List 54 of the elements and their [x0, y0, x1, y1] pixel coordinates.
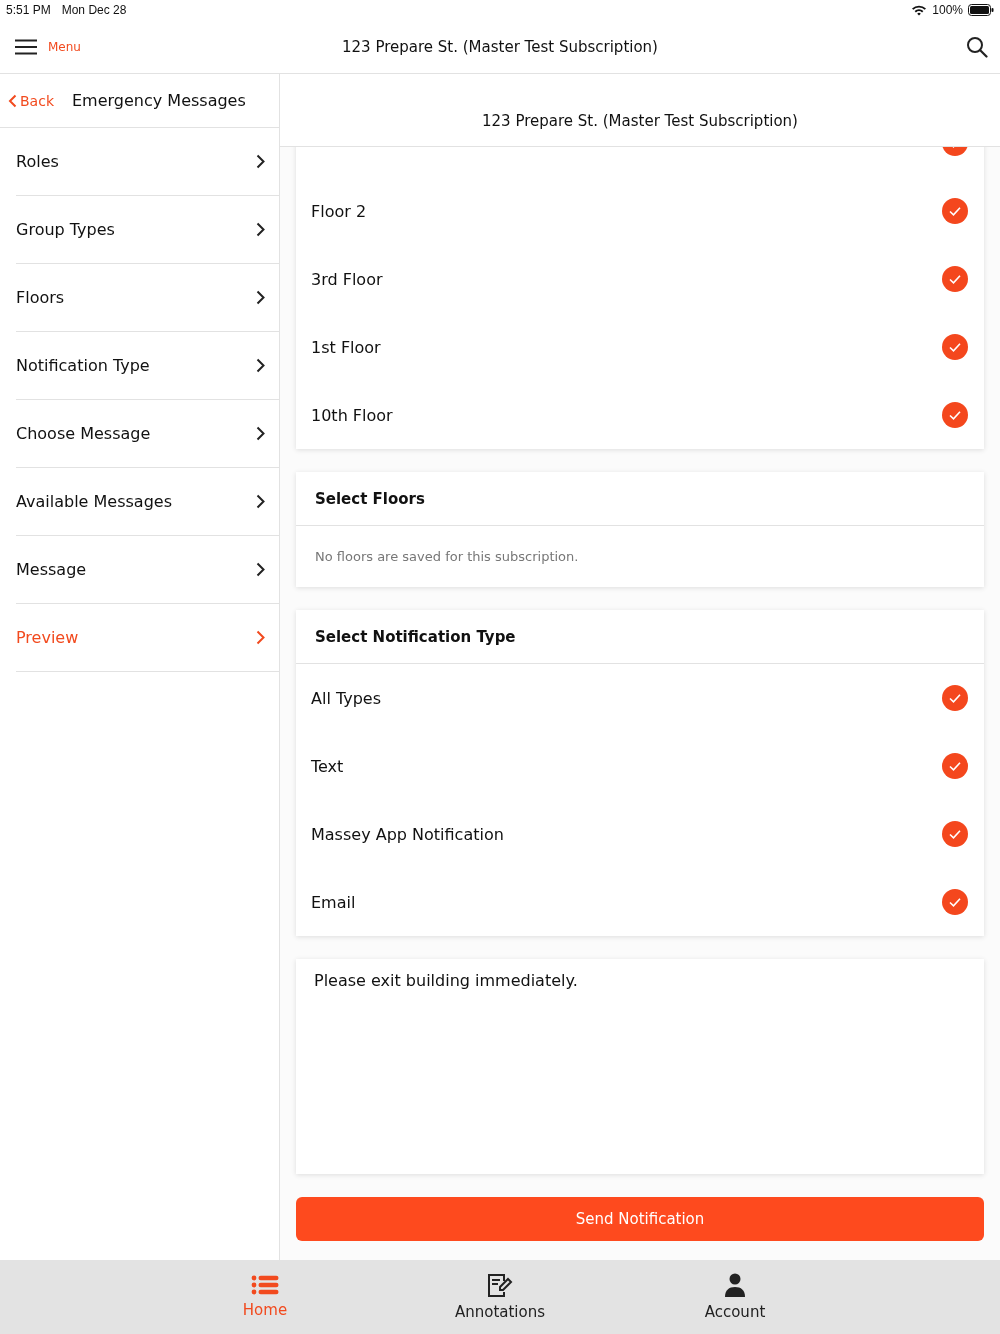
person-icon [724, 1273, 746, 1297]
chevron-right-icon [256, 494, 265, 509]
group-label: 10th Floor [311, 405, 393, 425]
chevron-right-icon [256, 630, 265, 645]
back-button[interactable]: Back [8, 92, 54, 109]
sidebar-item[interactable]: Floors [16, 264, 279, 332]
wifi-icon [911, 4, 928, 16]
checkmark-icon[interactable] [942, 266, 968, 292]
sidebar-title: Emergency Messages [72, 91, 246, 110]
chevron-right-icon [256, 358, 265, 373]
group-label: 3rd Floor [311, 269, 383, 289]
chevron-left-icon [8, 93, 17, 108]
tab[interactable]: Annotations [412, 1260, 588, 1334]
status-date: Mon Dec 28 [61, 3, 127, 17]
notification-type-label: Text [311, 756, 344, 776]
menu-icon[interactable] [14, 38, 38, 55]
checkmark-icon[interactable] [942, 334, 968, 360]
notification-type-label: Massey App Notification [311, 824, 504, 844]
tab[interactable]: Account [647, 1260, 823, 1334]
chevron-right-icon [256, 290, 265, 305]
checkmark-icon[interactable] [942, 889, 968, 915]
section-title: 123 Prepare St. (Master Test Subscription) [482, 112, 798, 130]
card-title: Select Notification Type [315, 627, 516, 646]
sidebar-item[interactable]: Choose Message [16, 400, 279, 468]
chevron-right-icon [256, 154, 265, 169]
sidebar-item[interactable]: Notification Type [16, 332, 279, 400]
list-icon [251, 1275, 279, 1295]
sidebar-item[interactable]: Message [16, 536, 279, 604]
sidebar-item[interactable]: Available Messages [16, 468, 279, 536]
battery-icon [968, 4, 994, 16]
checkmark-icon[interactable] [942, 402, 968, 428]
page-title: 123 Prepare St. (Master Test Subscription) [342, 37, 658, 56]
checkmark-icon[interactable] [942, 753, 968, 779]
chevron-right-icon [256, 222, 265, 237]
sidebar-item[interactable]: Roles [16, 128, 279, 196]
notification-type-label: Email [311, 892, 356, 912]
sidebar-item[interactable]: Preview [16, 604, 279, 672]
chevron-right-icon [256, 426, 265, 441]
checkmark-icon[interactable] [942, 198, 968, 224]
chevron-right-icon [256, 562, 265, 577]
battery-percentage: 100% [932, 3, 963, 17]
card-title: Select Floors [315, 489, 425, 508]
group-label: 1st Floor [311, 337, 381, 357]
notepad-pen-icon [487, 1273, 513, 1297]
menu-link[interactable]: Menu [48, 39, 81, 54]
message-field[interactable]: Please exit building immediately. [296, 959, 984, 1174]
status-time: 5:51 PM [6, 3, 51, 17]
sidebar-item[interactable]: Group Types [16, 196, 279, 264]
empty-message: No floors are saved for this subscription. [315, 549, 579, 564]
checkmark-icon[interactable] [942, 821, 968, 847]
group-label: Floor 2 [311, 201, 367, 221]
notification-type-label: All Types [311, 688, 381, 708]
search-icon[interactable] [966, 35, 988, 58]
checkmark-icon[interactable] [942, 685, 968, 711]
